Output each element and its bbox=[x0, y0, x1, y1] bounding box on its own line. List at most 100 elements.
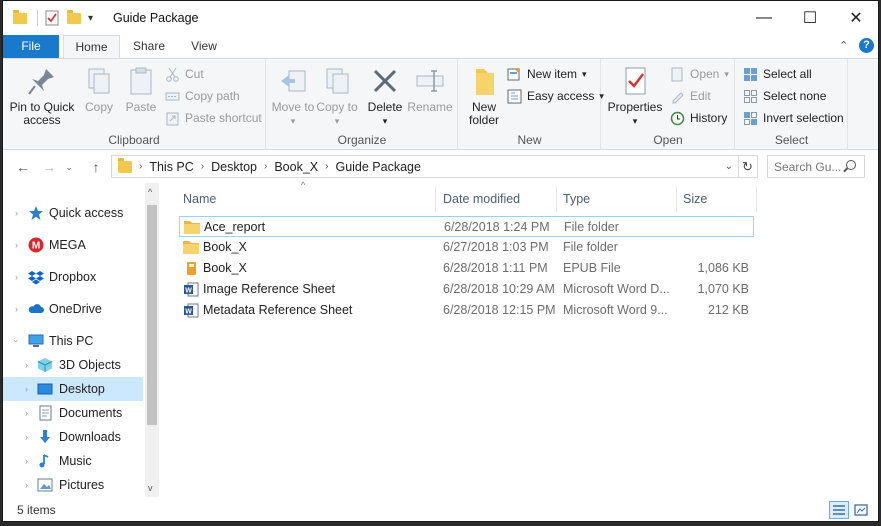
ribbon: Pin to Quick access Copy Paste Cut Copy … bbox=[3, 58, 878, 150]
easy-access-label: Easy access bbox=[527, 89, 595, 103]
pin-quick-access-button[interactable]: Pin to Quick access bbox=[7, 65, 77, 127]
breadcrumb-guide-package[interactable]: Guide Package bbox=[331, 160, 424, 174]
folder-icon bbox=[118, 157, 132, 173]
nav-item-mega[interactable]: › M MEGA bbox=[3, 233, 143, 257]
cut-button[interactable]: Cut bbox=[165, 64, 204, 84]
chevron-right-icon[interactable]: › bbox=[15, 240, 18, 250]
scroll-up-icon[interactable]: ^ bbox=[148, 187, 152, 197]
tab-file[interactable]: File bbox=[3, 35, 59, 58]
delete-button[interactable]: Delete ▾ bbox=[363, 65, 407, 128]
group-new: New folder New item ▾ Easy access ▾ New bbox=[459, 59, 604, 150]
column-header-date[interactable]: Date modified bbox=[437, 187, 557, 212]
scrollbar-thumb[interactable] bbox=[147, 205, 157, 425]
new-folder-icon[interactable] bbox=[67, 9, 81, 27]
invert-selection-button[interactable]: Invert selection bbox=[743, 108, 844, 128]
chevron-right-icon[interactable]: › bbox=[25, 456, 28, 466]
up-button[interactable]: ↑ bbox=[86, 157, 106, 177]
properties-label: Properties bbox=[607, 100, 663, 114]
nav-item-dropbox[interactable]: › Dropbox bbox=[3, 265, 143, 289]
select-none-button[interactable]: Select none bbox=[743, 86, 826, 106]
easy-access-button[interactable]: Easy access ▾ bbox=[507, 86, 604, 106]
chevron-right-icon[interactable]: › bbox=[25, 432, 28, 442]
copy-button[interactable]: Copy bbox=[79, 65, 119, 114]
close-button[interactable]: ✕ bbox=[833, 1, 879, 35]
history-button[interactable]: History bbox=[670, 108, 727, 128]
table-row[interactable]: Ace_report 6/28/2018 1:24 PM File folder bbox=[179, 216, 754, 237]
group-label-organize: Organize bbox=[337, 133, 387, 147]
easy-access-icon bbox=[507, 89, 522, 104]
new-folder-button[interactable]: New folder bbox=[463, 65, 505, 127]
chevron-right-icon[interactable]: › bbox=[15, 208, 18, 218]
breadcrumb-desktop[interactable]: Desktop bbox=[207, 160, 261, 174]
nav-item-pictures[interactable]: › Pictures bbox=[3, 473, 143, 497]
chevron-right-icon[interactable]: › bbox=[25, 384, 28, 394]
column-header-size[interactable]: Size bbox=[677, 187, 757, 212]
address-dropdown-chevron-icon[interactable]: ⌄ bbox=[725, 161, 733, 172]
customize-toolbar-icon[interactable]: ▾ bbox=[88, 9, 93, 27]
properties-check-icon[interactable] bbox=[45, 9, 59, 27]
select-all-button[interactable]: Select all bbox=[743, 64, 812, 84]
copy-to-button[interactable]: Copy to ▾ bbox=[315, 65, 359, 128]
move-to-button[interactable]: Move to ▾ bbox=[271, 65, 315, 128]
back-button[interactable]: ← bbox=[13, 157, 33, 177]
chevron-down-icon[interactable]: › bbox=[12, 340, 22, 343]
open-button[interactable]: Open ▾ bbox=[670, 64, 729, 84]
new-item-button[interactable]: New item ▾ bbox=[507, 64, 587, 84]
navigation-scrollbar[interactable]: ^ v bbox=[145, 183, 159, 497]
file-name: Book_X bbox=[203, 261, 247, 275]
nav-item-onedrive[interactable]: › OneDrive bbox=[3, 297, 143, 321]
details-view-button[interactable] bbox=[829, 501, 849, 519]
tab-home[interactable]: Home bbox=[63, 35, 120, 59]
documents-icon bbox=[37, 405, 53, 421]
nav-item-desktop[interactable]: › Desktop bbox=[3, 377, 143, 401]
refresh-button[interactable]: ↻ bbox=[738, 155, 758, 178]
chevron-right-icon[interactable]: › bbox=[25, 360, 28, 370]
breadcrumb-separator: › bbox=[139, 161, 143, 172]
nav-item-music[interactable]: › Music bbox=[3, 449, 143, 473]
tab-view[interactable]: View bbox=[181, 35, 227, 58]
column-header-type[interactable]: Type bbox=[557, 187, 677, 212]
select-none-label: Select none bbox=[763, 89, 827, 103]
chevron-right-icon[interactable]: › bbox=[25, 408, 28, 418]
table-row[interactable]: Book_X 6/28/2018 1:11 PM EPUB File 1,086… bbox=[179, 258, 754, 279]
table-row[interactable]: Book_X 6/27/2018 1:03 PM File folder bbox=[179, 237, 754, 258]
chevron-right-icon[interactable]: › bbox=[25, 480, 28, 490]
breadcrumb-this-pc[interactable]: This PC bbox=[145, 160, 197, 174]
nav-item-quick-access[interactable]: › Quick access bbox=[3, 201, 143, 225]
pictures-icon bbox=[37, 477, 53, 493]
minimize-button[interactable]: — bbox=[741, 1, 787, 35]
nav-item-documents[interactable]: › Documents bbox=[3, 401, 143, 425]
chevron-right-icon[interactable]: › bbox=[15, 272, 18, 282]
file-size bbox=[684, 217, 750, 238]
file-size: 1,070 KB bbox=[697, 282, 749, 296]
tab-share[interactable]: Share bbox=[124, 35, 174, 58]
paste-shortcut-button[interactable]: Paste shortcut bbox=[165, 108, 262, 128]
forward-button[interactable]: → bbox=[39, 157, 59, 177]
nav-item-3d-objects[interactable]: › 3D Objects bbox=[3, 353, 143, 377]
breadcrumb-book-x[interactable]: Book_X bbox=[270, 160, 322, 174]
cut-label: Cut bbox=[185, 67, 204, 81]
file-date: 6/28/2018 10:29 AM bbox=[443, 282, 555, 296]
chevron-right-icon[interactable]: › bbox=[15, 304, 18, 314]
recent-locations-chevron-icon[interactable]: ⌄ bbox=[63, 157, 75, 177]
nav-item-this-pc[interactable]: › This PC bbox=[3, 329, 143, 353]
rename-button[interactable]: Rename bbox=[407, 65, 453, 114]
large-icons-view-button[interactable] bbox=[851, 501, 871, 519]
scroll-down-icon[interactable]: v bbox=[148, 483, 153, 493]
chevron-up-icon[interactable]: ⌃ bbox=[839, 39, 848, 52]
nav-label: Dropbox bbox=[49, 270, 97, 284]
table-row[interactable]: W Image Reference Sheet 6/28/2018 10:29 … bbox=[179, 279, 754, 300]
file-list: ^ Name Date modified Type Size Ace_repor… bbox=[163, 180, 878, 497]
help-icon[interactable]: ? bbox=[859, 38, 874, 53]
copy-path-button[interactable]: Copy path bbox=[165, 86, 240, 106]
paste-button[interactable]: Paste bbox=[121, 65, 161, 114]
new-item-label: New item bbox=[527, 67, 578, 81]
properties-button[interactable]: Properties ▾ bbox=[606, 65, 664, 128]
address-bar[interactable]: › This PC › Desktop › Book_X › Guide Pac… bbox=[111, 155, 739, 178]
computer-icon bbox=[28, 333, 44, 349]
maximize-button[interactable]: ☐ bbox=[787, 1, 833, 35]
edit-button[interactable]: Edit bbox=[670, 86, 711, 106]
column-header-name[interactable]: Name bbox=[177, 187, 436, 212]
nav-item-downloads[interactable]: › Downloads bbox=[3, 425, 143, 449]
table-row[interactable]: W Metadata Reference Sheet 6/28/2018 12:… bbox=[179, 300, 754, 321]
